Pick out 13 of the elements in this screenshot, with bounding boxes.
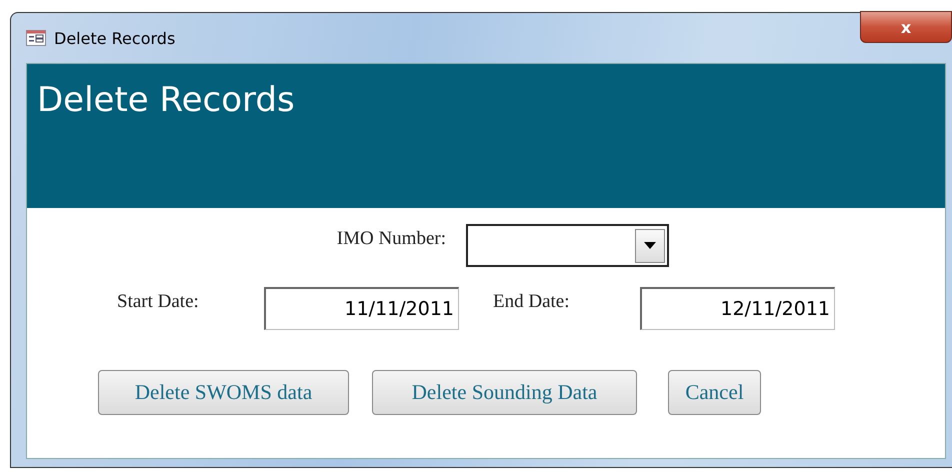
combo-box[interactable] <box>466 224 669 267</box>
command-button[interactable]: Cancel <box>668 370 761 415</box>
field-label: IMO Number: <box>336 228 446 250</box>
form-icon <box>26 30 46 46</box>
command-button[interactable]: Delete SWOMS data <box>98 370 349 415</box>
command-button[interactable]: Delete Sounding Data <box>372 370 637 415</box>
date-field[interactable]: 11/11/2011 <box>264 287 459 330</box>
date-field[interactable]: 12/11/2011 <box>640 287 835 330</box>
field-label: End Date: <box>493 291 570 313</box>
form-title: Delete Records <box>37 80 295 120</box>
window-title: Delete Records <box>54 28 176 48</box>
field-label: Start Date: <box>117 291 199 313</box>
close-button[interactable]: x <box>860 11 952 43</box>
